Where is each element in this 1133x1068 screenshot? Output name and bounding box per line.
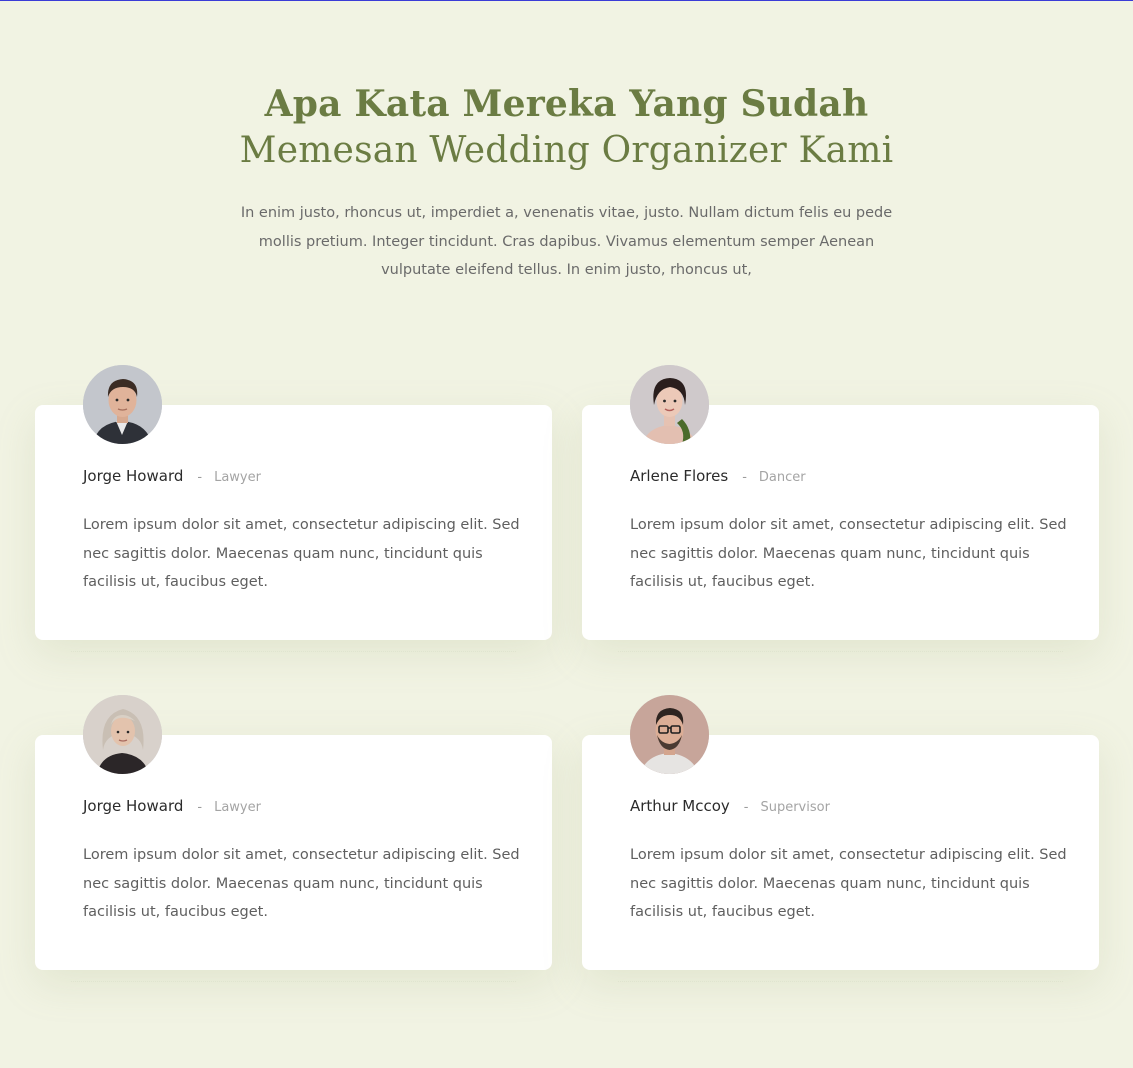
woman-blonde-portrait-icon [83, 695, 162, 774]
meta-separator: - [742, 470, 747, 485]
author-role: Lawyer [214, 800, 261, 815]
testimonial-meta: Arlene Flores - Dancer [630, 467, 806, 485]
avatar [630, 365, 709, 444]
author-name: Arlene Flores [630, 467, 729, 485]
woman-portrait-icon [630, 365, 709, 444]
author-role: Supervisor [760, 800, 830, 815]
testimonial-card: Arthur Mccoy - Supervisor Lorem ipsum dolo… [582, 695, 1099, 982]
author-name: Jorge Howard [83, 467, 184, 485]
avatar [83, 695, 162, 774]
testimonial-card: Arlene Flores - Dancer Lorem ipsum dolor s… [582, 365, 1099, 652]
section-heading: Apa Kata Mereka Yang Sudah Memesan Weddi… [0, 81, 1133, 175]
testimonial-meta: Jorge Howard - Lawyer [83, 797, 261, 815]
section-title-line1: Apa Kata Mereka Yang Sudah [264, 83, 869, 125]
testimonial-text: Lorem ipsum dolor sit amet, consectetur … [630, 517, 1067, 591]
author-role: Lawyer [214, 470, 261, 485]
avatar [83, 365, 162, 444]
author-role: Dancer [758, 470, 806, 485]
meta-separator: - [197, 800, 203, 815]
testimonial-text: Lorem ipsum dolor sit amet, consectetur … [83, 847, 520, 921]
man-portrait-icon [83, 365, 162, 444]
testimonial-text: Lorem ipsum dolor sit amet, consectetur … [630, 847, 1067, 921]
meta-separator: - [197, 470, 203, 485]
testimonial-meta: Jorge Howard - Lawyer [83, 467, 261, 485]
testimonial-meta: Arthur Mccoy - Supervisor [630, 797, 830, 815]
testimonial-card: Jorge Howard - Lawyer Lorem ipsum dolor si… [35, 695, 552, 982]
testimonial-card: Jorge Howard - Lawyer Lorem ipsum dolor si… [35, 365, 552, 652]
man-glasses-portrait-icon [630, 695, 709, 774]
section-title-line2: Memesan Wedding Organizer Kami [239, 130, 894, 171]
section-intro: In enim justo, rhoncus ut, imperdiet a, … [240, 205, 893, 279]
author-name: Arthur Mccoy [630, 797, 730, 815]
avatar [630, 695, 709, 774]
author-name: Jorge Howard [83, 797, 184, 815]
testimonial-text: Lorem ipsum dolor sit amet, consectetur … [83, 517, 520, 591]
meta-separator: - [743, 800, 749, 815]
